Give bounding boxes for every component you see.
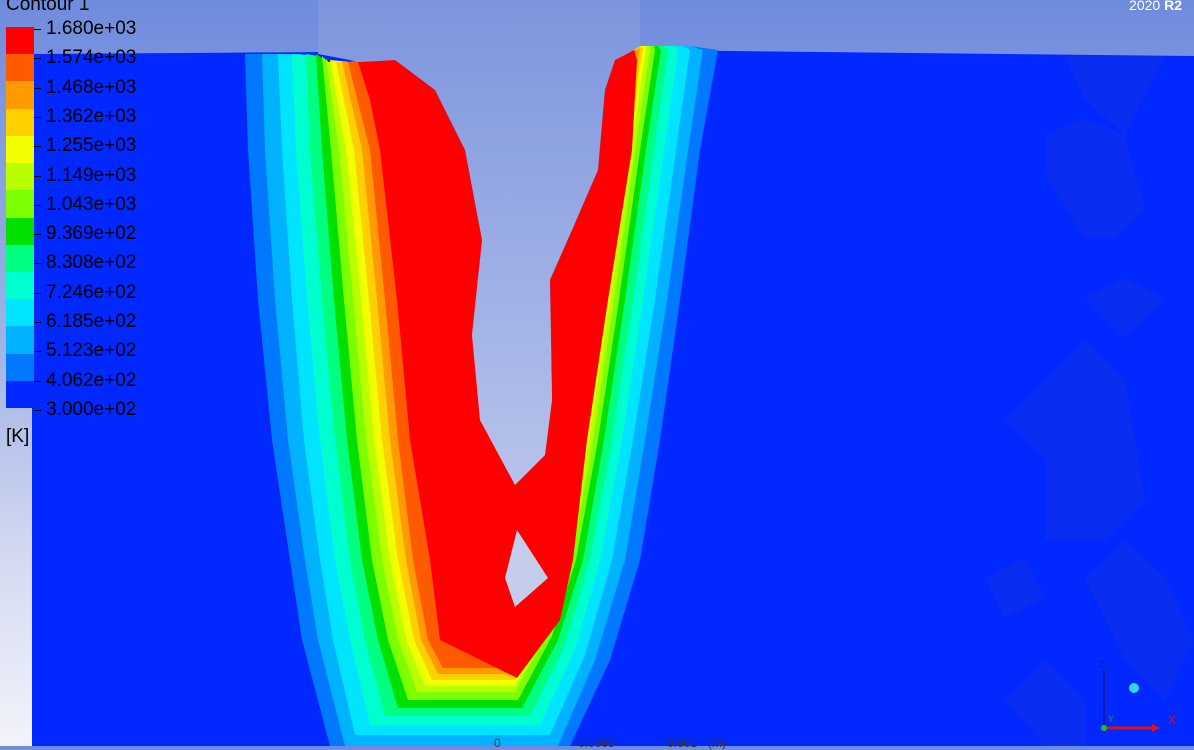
legend-tick: [34, 87, 41, 89]
triad-x-label: X: [1168, 713, 1176, 727]
scale-label-one: 0.001: [667, 736, 698, 750]
legend-color-segment: [6, 380, 34, 409]
contour-plot[interactable]: [0, 0, 1194, 746]
triad-z-label: Z: [1098, 660, 1104, 671]
legend-color-segment: [6, 54, 34, 82]
legend-title: Contour 1: [6, 0, 90, 15]
legend-color-segment: [6, 326, 34, 355]
legend-label: 6.185e+02: [46, 311, 137, 332]
legend-tick: [34, 263, 41, 265]
legend-label: 1.680e+03: [46, 18, 137, 39]
legend-label: 3.000e+02: [46, 398, 137, 420]
legend-color-segment: [6, 135, 34, 164]
triad-x-arrow: [1152, 724, 1160, 732]
legend-tick: [34, 234, 41, 236]
legend-label: 5.123e+02: [46, 340, 137, 362]
legend-tick: [34, 322, 41, 323]
legend-label: 1.255e+03: [46, 135, 137, 157]
legend-label: 1.574e+03: [46, 47, 137, 69]
legend-tick: [34, 146, 41, 148]
scale-label-unit: (m): [708, 736, 726, 750]
scale-label-zero: 0: [494, 736, 501, 750]
legend-label: 1.043e+03: [46, 193, 137, 215]
scale-label-half: 0.0005: [578, 736, 615, 750]
legend-label: 9.369e+02: [46, 223, 137, 245]
version-label: 2020 R2: [1129, 0, 1182, 13]
legend-color-segment: [6, 271, 34, 300]
legend-color-segment: [6, 299, 34, 327]
legend-tick: [34, 29, 41, 30]
legend-tick: [34, 204, 41, 206]
legend-label: 1.468e+03: [46, 76, 137, 98]
legend-tick: [34, 292, 41, 294]
legend-tick: [34, 175, 41, 177]
triad-y-label: Y: [1108, 714, 1114, 724]
version-release: R2: [1164, 0, 1182, 13]
legend-label: 1.149e+03: [46, 164, 137, 186]
triad-origin-icon: [1101, 725, 1107, 731]
scale-bar: 0 0.0005 0.001 (m): [0, 736, 1194, 750]
legend-tick: [34, 116, 41, 118]
legend-unit: [K]: [6, 426, 30, 447]
legend-color-segment: [6, 27, 34, 55]
legend-colorbar: [6, 27, 34, 409]
legend-color-segment: [6, 244, 34, 273]
legend-color-segment: [6, 81, 34, 110]
axis-triad[interactable]: Z Y X: [1094, 658, 1184, 738]
legend-color-segment: [6, 353, 34, 382]
legend-label: 7.246e+02: [46, 281, 137, 303]
legend-color-segment: [6, 163, 34, 191]
legend-label: 4.062e+02: [46, 369, 137, 391]
graphics-viewport[interactable]: [0, 0, 1194, 746]
triad-sphere-icon: [1129, 683, 1139, 693]
legend-label: 8.308e+02: [46, 252, 137, 274]
legend-tick: [34, 351, 41, 353]
legend-color-segment: [6, 108, 34, 137]
version-year: 2020: [1129, 0, 1161, 13]
legend-color-segment: [6, 190, 34, 218]
legend-color-segment: [6, 217, 34, 246]
legend-tick: [34, 409, 41, 411]
legend-label: 1.362e+03: [46, 105, 137, 127]
legend-tick: [34, 58, 41, 60]
legend-tick: [34, 380, 41, 382]
